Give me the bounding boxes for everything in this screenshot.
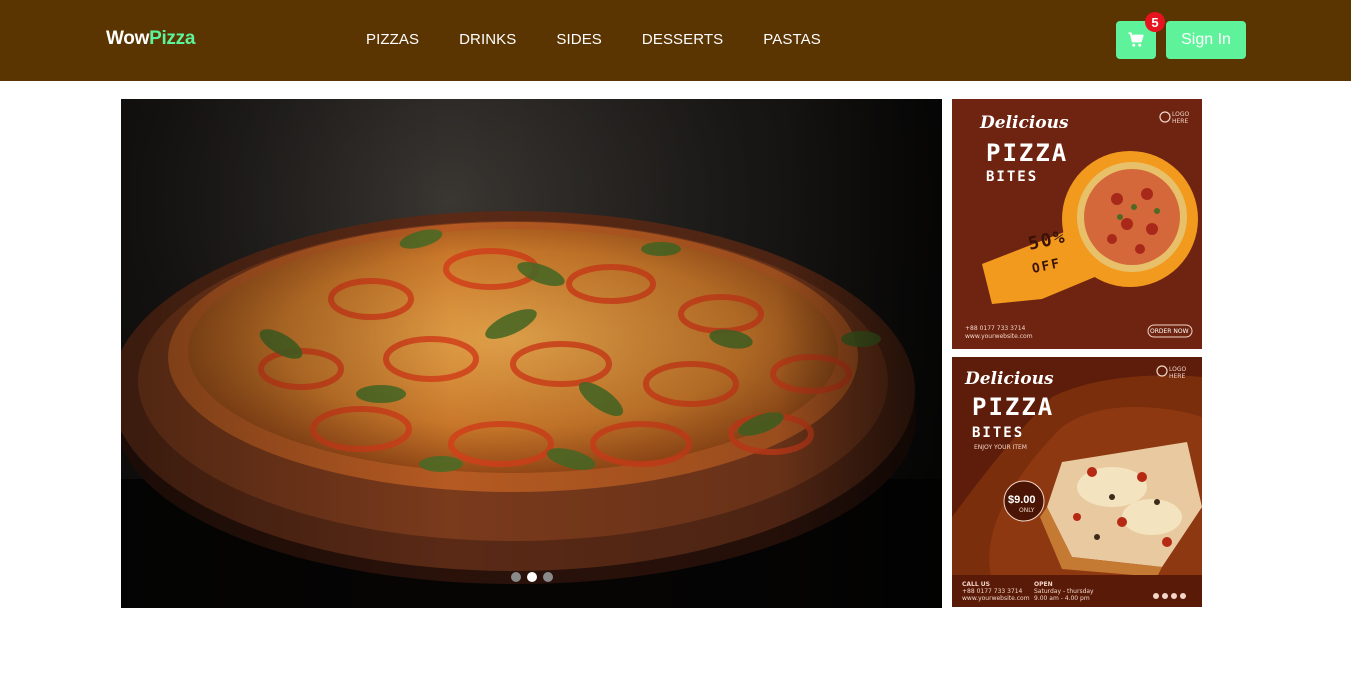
logo[interactable]: WowPizza <box>106 28 195 50</box>
promo2-price: $9.00 <box>1008 494 1036 506</box>
carousel-dot-3[interactable] <box>543 572 553 582</box>
promo-banner-discount[interactable]: Delicious PIZZA BITES 50% OFF LOGO HERE … <box>952 99 1202 349</box>
promo2-title-main: PIZZA <box>972 393 1055 421</box>
hero-carousel[interactable] <box>121 99 942 608</box>
logo-text-wow: Wow <box>106 28 150 49</box>
nav-link-drinks[interactable]: DRINKS <box>459 31 516 48</box>
carousel-dot-1[interactable] <box>511 572 521 582</box>
promo2-title-sub: BITES <box>972 425 1025 441</box>
nav-link-pizzas[interactable]: PIZZAS <box>366 31 419 48</box>
main-nav: PIZZAS DRINKS SIDES DESSERTS PASTAS <box>366 31 861 48</box>
navbar: WowPizza PIZZAS DRINKS SIDES DESSERTS PA… <box>0 0 1351 81</box>
cart-count-badge: 5 <box>1145 12 1165 32</box>
promo2-phone: +88 0177 733 3714 <box>962 588 1023 595</box>
promo2-open-days: Saturday - thursday <box>1034 588 1094 595</box>
promo2-website: www.yourwebsite.com <box>962 595 1030 602</box>
promo2-open-label: OPEN <box>1034 581 1053 588</box>
promo1-title-main: PIZZA <box>986 139 1069 167</box>
promo2-price-sub: ONLY <box>1019 507 1035 514</box>
nav-link-desserts[interactable]: DESSERTS <box>642 31 723 48</box>
promo1-title-sub: BITES <box>986 169 1039 185</box>
nav-link-sides[interactable]: SIDES <box>556 31 602 48</box>
promo2-call-label: CALL US <box>962 581 990 588</box>
promo2-tagline: ENJOY YOUR ITEM <box>974 444 1027 451</box>
promo1-phone: +88 0177 733 3714 <box>965 325 1026 332</box>
promo-banner-price[interactable]: Delicious PIZZA BITES ENJOY YOUR ITEM $9… <box>952 357 1202 607</box>
promo2-logo-text: LOGO HERE <box>1169 366 1187 380</box>
carousel-dot-2[interactable] <box>527 572 537 582</box>
promo-pizza-image <box>982 111 1198 338</box>
logo-text-pizza: Pizza <box>149 28 196 49</box>
promo2-open-hours: 9.00 am - 4.00 pm <box>1034 595 1090 602</box>
promo2-title-script: Delicious <box>965 369 1054 389</box>
nav-link-pastas[interactable]: PASTAS <box>763 31 821 48</box>
hero-pizza-image <box>121 99 942 608</box>
carousel-indicators <box>511 572 553 582</box>
promo1-order-now[interactable]: ORDER NOW <box>1150 328 1189 335</box>
promo1-title-script: Delicious <box>980 113 1069 133</box>
cart-icon <box>1128 32 1144 47</box>
promo1-website: www.yourwebsite.com <box>965 333 1033 340</box>
promo1-logo-text: LOGO HERE <box>1172 111 1190 125</box>
sign-in-button[interactable]: Sign In <box>1166 21 1246 59</box>
